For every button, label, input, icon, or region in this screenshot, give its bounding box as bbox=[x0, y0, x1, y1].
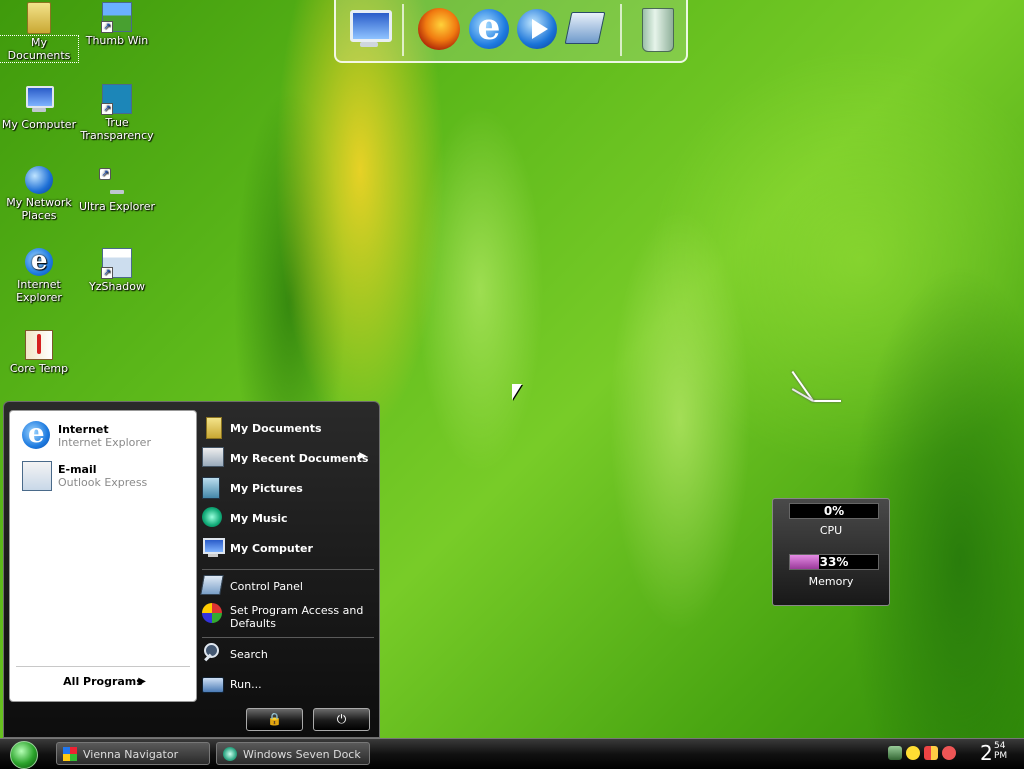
desktop-icon-ultra-explorer[interactable]: Ultra Explorer bbox=[78, 166, 156, 213]
pinned-email[interactable]: E-mail Outlook Express bbox=[18, 459, 188, 493]
menu-set-program-access[interactable]: Set Program Access and Defaults bbox=[202, 603, 372, 631]
ie-icon bbox=[22, 419, 50, 449]
desktop-icon-my-computer[interactable]: My Computer bbox=[0, 84, 78, 131]
system-tray bbox=[886, 743, 958, 765]
recent-documents-icon bbox=[202, 447, 224, 467]
task-windows-seven-dock[interactable]: Windows Seven Dock bbox=[216, 742, 370, 765]
dock-item-recycle-bin[interactable] bbox=[634, 6, 680, 52]
dock-item-computer[interactable] bbox=[346, 6, 392, 52]
desktop-icon-true-transparency[interactable]: True Transparency bbox=[78, 84, 156, 142]
search-icon bbox=[202, 643, 222, 663]
desktop-icon-internet-explorer[interactable]: Internet Explorer bbox=[0, 246, 78, 304]
monitor-stand bbox=[360, 42, 378, 47]
lock-button[interactable]: 🔒 bbox=[246, 708, 303, 731]
pictures-icon bbox=[202, 477, 220, 499]
ie-icon bbox=[25, 246, 53, 276]
power-button[interactable]: ⏻ bbox=[313, 708, 370, 731]
thumb-win-icon bbox=[101, 2, 132, 33]
clock-ampm: PM bbox=[994, 751, 1008, 761]
task-vienna-navigator[interactable]: Vienna Navigator bbox=[56, 742, 210, 765]
true-transparency-icon bbox=[101, 84, 132, 115]
control-panel-icon bbox=[564, 12, 606, 44]
taskbar-clock[interactable]: 2 54 PM bbox=[980, 741, 1007, 765]
mouse-cursor bbox=[512, 384, 522, 400]
clock-minute: 54 bbox=[994, 741, 1006, 751]
clock-minute-ampm: 54 PM bbox=[994, 741, 1007, 761]
desktop-icon-core-temp[interactable]: Core Temp bbox=[0, 330, 78, 375]
cpu-label: CPU bbox=[819, 524, 843, 537]
folder-icon bbox=[27, 2, 51, 34]
clock-hour: 2 bbox=[980, 741, 993, 765]
outlook-icon bbox=[22, 461, 52, 491]
dock-item-internet-explorer[interactable]: e bbox=[466, 6, 512, 52]
chevron-right-icon: ▶ bbox=[359, 451, 366, 461]
cpu-value: 0% bbox=[823, 504, 845, 518]
recycle-bin-icon bbox=[642, 8, 674, 52]
smiley-tray-icon[interactable] bbox=[906, 746, 920, 760]
start-button[interactable] bbox=[10, 741, 38, 769]
network-icon bbox=[25, 166, 53, 194]
taskbar: Vienna Navigator Windows Seven Dock 2 54… bbox=[0, 738, 1024, 769]
core-temp-icon bbox=[25, 330, 53, 360]
ie-icon: e bbox=[469, 9, 509, 49]
cpu-bar: 0% bbox=[789, 503, 879, 519]
computer-icon bbox=[350, 10, 392, 42]
program-access-icon bbox=[202, 603, 222, 623]
all-programs-button[interactable]: All Programs ▶ bbox=[16, 666, 190, 695]
dock-item-control-panel[interactable] bbox=[562, 6, 608, 52]
dock-app-icon bbox=[223, 747, 237, 761]
grid-tray-icon[interactable] bbox=[924, 746, 938, 760]
chevron-right-icon: ▶ bbox=[138, 676, 146, 687]
ultra-explorer-icon bbox=[99, 166, 133, 198]
analog-clock-gadget[interactable] bbox=[780, 360, 850, 410]
play-triangle bbox=[532, 19, 548, 39]
firefox-icon bbox=[418, 8, 460, 50]
run-icon bbox=[202, 677, 224, 693]
computer-icon bbox=[23, 84, 55, 116]
dock-separator bbox=[402, 4, 404, 56]
start-menu: Internet Internet Explorer E-mail Outloo… bbox=[3, 401, 380, 738]
memory-bar: 33% bbox=[789, 554, 879, 570]
dock-separator bbox=[620, 4, 622, 56]
cpu-meter-gadget[interactable]: 0% CPU 33% Memory bbox=[772, 498, 890, 606]
clock-minute-hand bbox=[791, 370, 814, 402]
pinned-internet[interactable]: Internet Internet Explorer bbox=[18, 419, 188, 453]
desktop-icon-yzshadow[interactable]: YzShadow bbox=[78, 248, 156, 293]
menu-separator bbox=[202, 569, 374, 570]
dock-item-media-player[interactable] bbox=[514, 6, 560, 52]
all-programs-label: All Programs bbox=[63, 675, 143, 688]
menu-separator bbox=[202, 637, 374, 638]
clock-hour-hand bbox=[813, 400, 841, 402]
music-icon bbox=[202, 507, 222, 527]
yzshadow-icon bbox=[101, 248, 132, 279]
memory-value: 33% bbox=[819, 555, 849, 569]
windows-flag-icon bbox=[63, 747, 77, 761]
network-tray-icon[interactable] bbox=[888, 746, 902, 760]
windows-seven-dock: e bbox=[334, 0, 688, 63]
desktop-icon-my-network-places[interactable]: My Network Places bbox=[0, 166, 78, 222]
desktop-icon-thumb-win[interactable]: Thumb Win bbox=[78, 2, 156, 47]
control-panel-icon bbox=[200, 575, 224, 595]
folder-icon bbox=[206, 417, 222, 439]
power-icon: ⏻ bbox=[336, 712, 347, 726]
desktop-icon-my-documents[interactable]: My Documents bbox=[0, 2, 79, 63]
dock-item-firefox[interactable] bbox=[416, 6, 462, 52]
lock-icon: 🔒 bbox=[267, 712, 282, 726]
start-menu-pinned-panel: Internet Internet Explorer E-mail Outloo… bbox=[9, 410, 197, 702]
shield-tray-icon[interactable] bbox=[942, 746, 956, 760]
computer-icon bbox=[202, 537, 225, 559]
memory-label: Memory bbox=[808, 575, 854, 588]
